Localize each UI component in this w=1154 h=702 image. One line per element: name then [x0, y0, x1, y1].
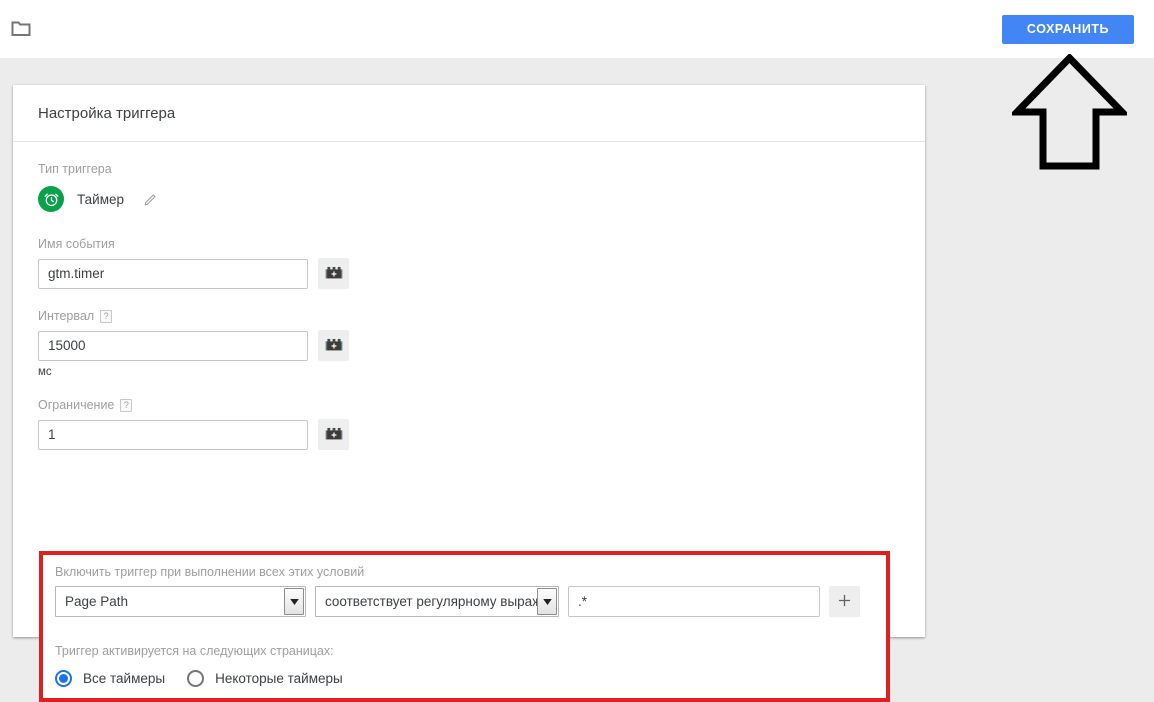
- radio-button-some-timers[interactable]: [187, 670, 205, 687]
- radio-label-some-timers: Некоторые таймеры: [215, 671, 343, 686]
- card-header: Настройка триггера: [13, 85, 925, 142]
- interval-help-icon[interactable]: ?: [100, 309, 113, 323]
- condition-variable-select[interactable]: Page Path: [55, 586, 306, 617]
- trigger-type-label: Тип триггера: [38, 162, 112, 176]
- condition-operator-value: соответствует регулярному выражению: [325, 594, 549, 609]
- fire-on-radio-group: Все таймеры Некоторые таймеры: [55, 670, 874, 687]
- event-name-variable-picker-button[interactable]: [318, 258, 349, 289]
- plus-icon: [838, 594, 851, 610]
- chevron-down-icon[interactable]: [537, 588, 557, 615]
- limit-block: Ограничение ?: [38, 398, 900, 450]
- folder-icon[interactable]: [11, 20, 31, 36]
- limit-variable-picker-button[interactable]: [318, 419, 349, 450]
- page-title: Настройка триггера: [38, 104, 176, 122]
- trigger-type-block: Тип триггера Таймер: [38, 162, 900, 215]
- trigger-configuration-card: Настройка триггера Тип триггера Таймер И…: [13, 85, 925, 702]
- card-body: Тип триггера Таймер Имя события gtm.time…: [13, 142, 925, 450]
- condition-value-input[interactable]: [568, 586, 820, 617]
- interval-label: Интервал ?: [38, 309, 900, 323]
- condition-operator-select[interactable]: соответствует регулярному выражению: [315, 586, 559, 617]
- condition-variable-value: Page Path: [65, 594, 129, 609]
- trigger-type-row: Таймер: [38, 183, 900, 215]
- limit-help-icon[interactable]: ?: [120, 398, 133, 412]
- limit-input[interactable]: [38, 419, 308, 450]
- save-button[interactable]: СОХРАНИТЬ: [1002, 15, 1134, 44]
- event-name-block: Имя события: [38, 237, 900, 289]
- condition-row: Page Path соответствует регулярному выра…: [55, 586, 874, 617]
- up-arrow-icon: [1008, 52, 1131, 171]
- event-name-input[interactable]: [38, 258, 308, 289]
- event-name-label: Имя события: [38, 237, 115, 251]
- conditions-label: Включить триггер при выполнении всех эти…: [55, 565, 365, 579]
- radio-label-all-timers: Все таймеры: [83, 671, 166, 686]
- trigger-type-name: Таймер: [77, 191, 124, 207]
- interval-row: [38, 330, 900, 361]
- interval-input[interactable]: [38, 330, 308, 361]
- pencil-icon[interactable]: [143, 191, 159, 207]
- chevron-down-icon[interactable]: [284, 588, 304, 615]
- alarm-clock-icon: [38, 186, 64, 212]
- interval-block: Интервал ? мс: [38, 309, 900, 378]
- radio-button-all-timers[interactable]: [55, 670, 72, 687]
- top-bar: СОХРАНИТЬ: [0, 0, 1154, 58]
- add-condition-button[interactable]: [829, 586, 860, 617]
- interval-unit-label: мс: [38, 366, 52, 378]
- limit-row: [38, 419, 900, 450]
- trigger-conditions-section: Включить триггер при выполнении всех эти…: [39, 551, 890, 702]
- limit-label: Ограничение ?: [38, 398, 900, 412]
- interval-label-text: Интервал: [38, 309, 95, 323]
- radio-option-all-timers[interactable]: Все таймеры: [55, 670, 165, 687]
- fire-on-label: Триггер активируется на следующих страни…: [55, 644, 334, 658]
- radio-option-some-timers[interactable]: Некоторые таймеры: [187, 670, 343, 687]
- limit-label-text: Ограничение: [38, 398, 115, 412]
- event-name-row: [38, 258, 900, 289]
- interval-variable-picker-button[interactable]: [318, 330, 349, 361]
